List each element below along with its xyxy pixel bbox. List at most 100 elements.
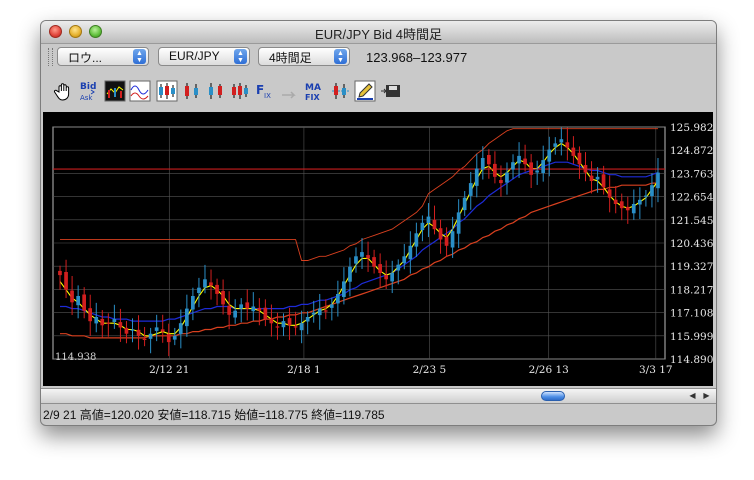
candle-body: [577, 152, 582, 165]
candle-body: [76, 296, 80, 306]
candle-body: [336, 294, 340, 304]
candle-body: [438, 228, 443, 240]
candle-body: [517, 155, 521, 164]
candle-body: [414, 233, 419, 247]
candle-body: [263, 307, 268, 319]
svg-text:Ask: Ask: [80, 94, 93, 102]
price-chart[interactable]: 125.982 124.872 123.763 122.654 121.545 120.4…: [43, 112, 714, 386]
candle-body: [118, 322, 123, 328]
candle-body: [468, 183, 473, 196]
candle-body: [227, 305, 231, 315]
candle-body: [233, 310, 237, 318]
svg-text:Bid: Bid: [80, 82, 96, 92]
bid-range: 123.968–123.977: [366, 50, 468, 65]
candle-body: [541, 160, 545, 173]
fix-icon[interactable]: F IX: [255, 80, 277, 102]
candle-body: [70, 290, 74, 303]
y-tick-label: 120.436: [670, 238, 713, 250]
candle-body: [402, 256, 407, 264]
candle-body: [619, 201, 624, 209]
x-tick-label: 2/26 13: [529, 364, 569, 376]
candle-body: [456, 212, 461, 234]
scroll-thumb[interactable]: [541, 391, 565, 401]
scroll-left-arrow-icon[interactable]: ◀: [686, 390, 699, 402]
candle-body: [82, 294, 86, 311]
candle-body: [595, 176, 600, 180]
pencil-icon[interactable]: [354, 80, 376, 102]
horizontal-scrollbar[interactable]: ◀ ▶: [41, 388, 716, 404]
candle-icon[interactable]: [229, 80, 251, 102]
ma-slow-line: [60, 182, 658, 339]
window-title: EUR/JPY Bid 4時間足: [315, 27, 442, 42]
candle-body: [601, 174, 606, 188]
candle-body: [269, 318, 274, 324]
candle-body: [372, 257, 376, 267]
candle-body: [625, 206, 630, 211]
save-icon[interactable]: [380, 80, 402, 102]
oscillator-icon[interactable]: [129, 80, 151, 102]
x-tick-label: 2/18 1: [287, 364, 321, 376]
candle-body: [450, 231, 455, 248]
x-tick-label: 3/3 17: [639, 364, 673, 376]
y-tick-label: 121.545: [670, 215, 713, 227]
candle-body: [644, 195, 648, 197]
bid-ask-icon[interactable]: Bid Ask: [78, 80, 100, 102]
candle-body: [203, 279, 207, 288]
svg-text:F: F: [256, 83, 264, 97]
y-tick-label: 123.763: [670, 168, 713, 180]
candle-icon[interactable]: [156, 80, 178, 102]
y-tick-label: 122.654: [670, 192, 713, 204]
y-axis-labels: 125.982 124.872 123.763 122.654 121.545 120.4…: [670, 122, 714, 366]
ma-fix-icon[interactable]: MA FIX: [304, 80, 326, 102]
candle-body: [317, 308, 322, 316]
candle-body: [221, 291, 225, 305]
candle-body: [239, 304, 243, 309]
candle-body: [553, 143, 558, 147]
candle-body: [257, 307, 262, 311]
y-tick-label: 115.999: [670, 331, 713, 343]
arrow-icon[interactable]: [279, 80, 301, 102]
timeframe-select[interactable]: 4時間足 ▲ ▼: [258, 47, 350, 66]
candle-body: [493, 163, 497, 177]
candle-icon[interactable]: [205, 80, 227, 102]
pair-select[interactable]: EUR/JPY ▲ ▼: [158, 47, 250, 66]
chart-type-select[interactable]: ロウ... ▲ ▼: [57, 47, 149, 66]
candle-body: [426, 216, 431, 223]
selector-toolbar: ロウ... ▲ ▼ EUR/JPY ▲ ▼ 4時間足 ▲ ▼ 123.968–123.…: [41, 44, 716, 70]
svg-text:IX: IX: [264, 92, 271, 100]
candle-body: [191, 296, 195, 310]
candle-body: [94, 317, 99, 324]
candle-body: [281, 321, 286, 328]
candle-body: [323, 310, 328, 312]
y-tick-label: 124.872: [670, 145, 713, 157]
candle-body: [638, 199, 642, 205]
candle-body: [88, 308, 92, 322]
candle-icon[interactable]: [181, 80, 203, 102]
candle-settings-icon[interactable]: [330, 80, 352, 102]
candle-body: [589, 175, 594, 181]
updown-arrow-icon: ▲ ▼: [334, 49, 347, 64]
scroll-right-arrow-icon[interactable]: ▶: [700, 390, 713, 402]
low-value-label: 114.938: [55, 352, 96, 363]
toolbar-grip[interactable]: [48, 48, 53, 66]
candle-body: [112, 319, 117, 322]
candle-body: [390, 273, 394, 282]
candle-body: [583, 165, 588, 173]
x-axis-labels: 2/12 21 2/18 1 2/23 5 2/26 13 3/3 17: [149, 364, 672, 376]
candle-body: [305, 317, 310, 322]
candle-body: [100, 318, 105, 326]
candle-body: [287, 318, 292, 326]
candle-body: [432, 219, 437, 230]
candle-body: [571, 147, 576, 156]
indicator-icon[interactable]: [104, 80, 126, 102]
chart-type-label: ロウ...: [68, 51, 103, 65]
svg-text:FIX: FIX: [305, 93, 320, 102]
y-tick-label: 114.890: [670, 354, 713, 366]
chart-window: EUR/JPY Bid 4時間足 ロウ... ▲ ▼ EUR/JPY ▲ ▼ 4時間…: [40, 20, 717, 426]
candle-body: [523, 158, 527, 165]
candle-body: [160, 329, 165, 332]
candle-body: [656, 172, 660, 189]
y-tick-label: 119.327: [670, 261, 713, 273]
hand-icon[interactable]: [53, 80, 75, 102]
candle-body: [130, 329, 135, 331]
